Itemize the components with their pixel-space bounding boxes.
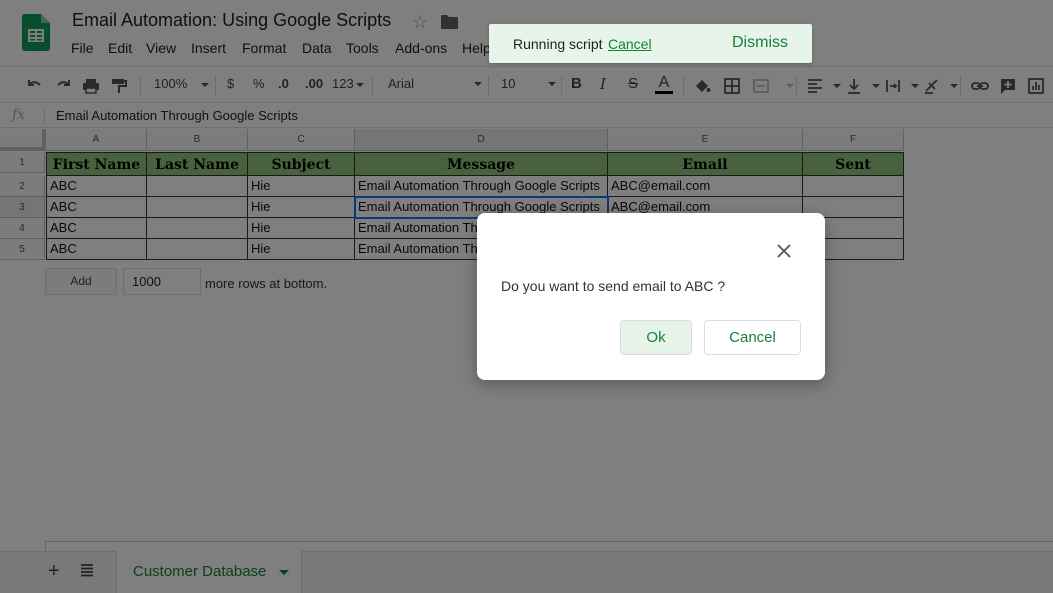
sheets-app: Email Automation: Using Google Scripts ☆… (0, 0, 1053, 593)
close-icon[interactable] (776, 243, 792, 259)
ok-button[interactable]: Ok (620, 320, 692, 355)
dialog-message: Do you want to send email to ABC ? (501, 278, 726, 294)
toast-cancel-link[interactable]: Cancel (608, 36, 652, 52)
confirm-dialog: Do you want to send email to ABC ? Ok Ca… (477, 213, 825, 380)
cancel-button[interactable]: Cancel (704, 320, 801, 355)
toast-dismiss-button[interactable]: Dismiss (732, 34, 788, 52)
toast-message: Running script (513, 36, 603, 52)
running-script-toast: Running script Cancel Dismiss (489, 24, 812, 63)
